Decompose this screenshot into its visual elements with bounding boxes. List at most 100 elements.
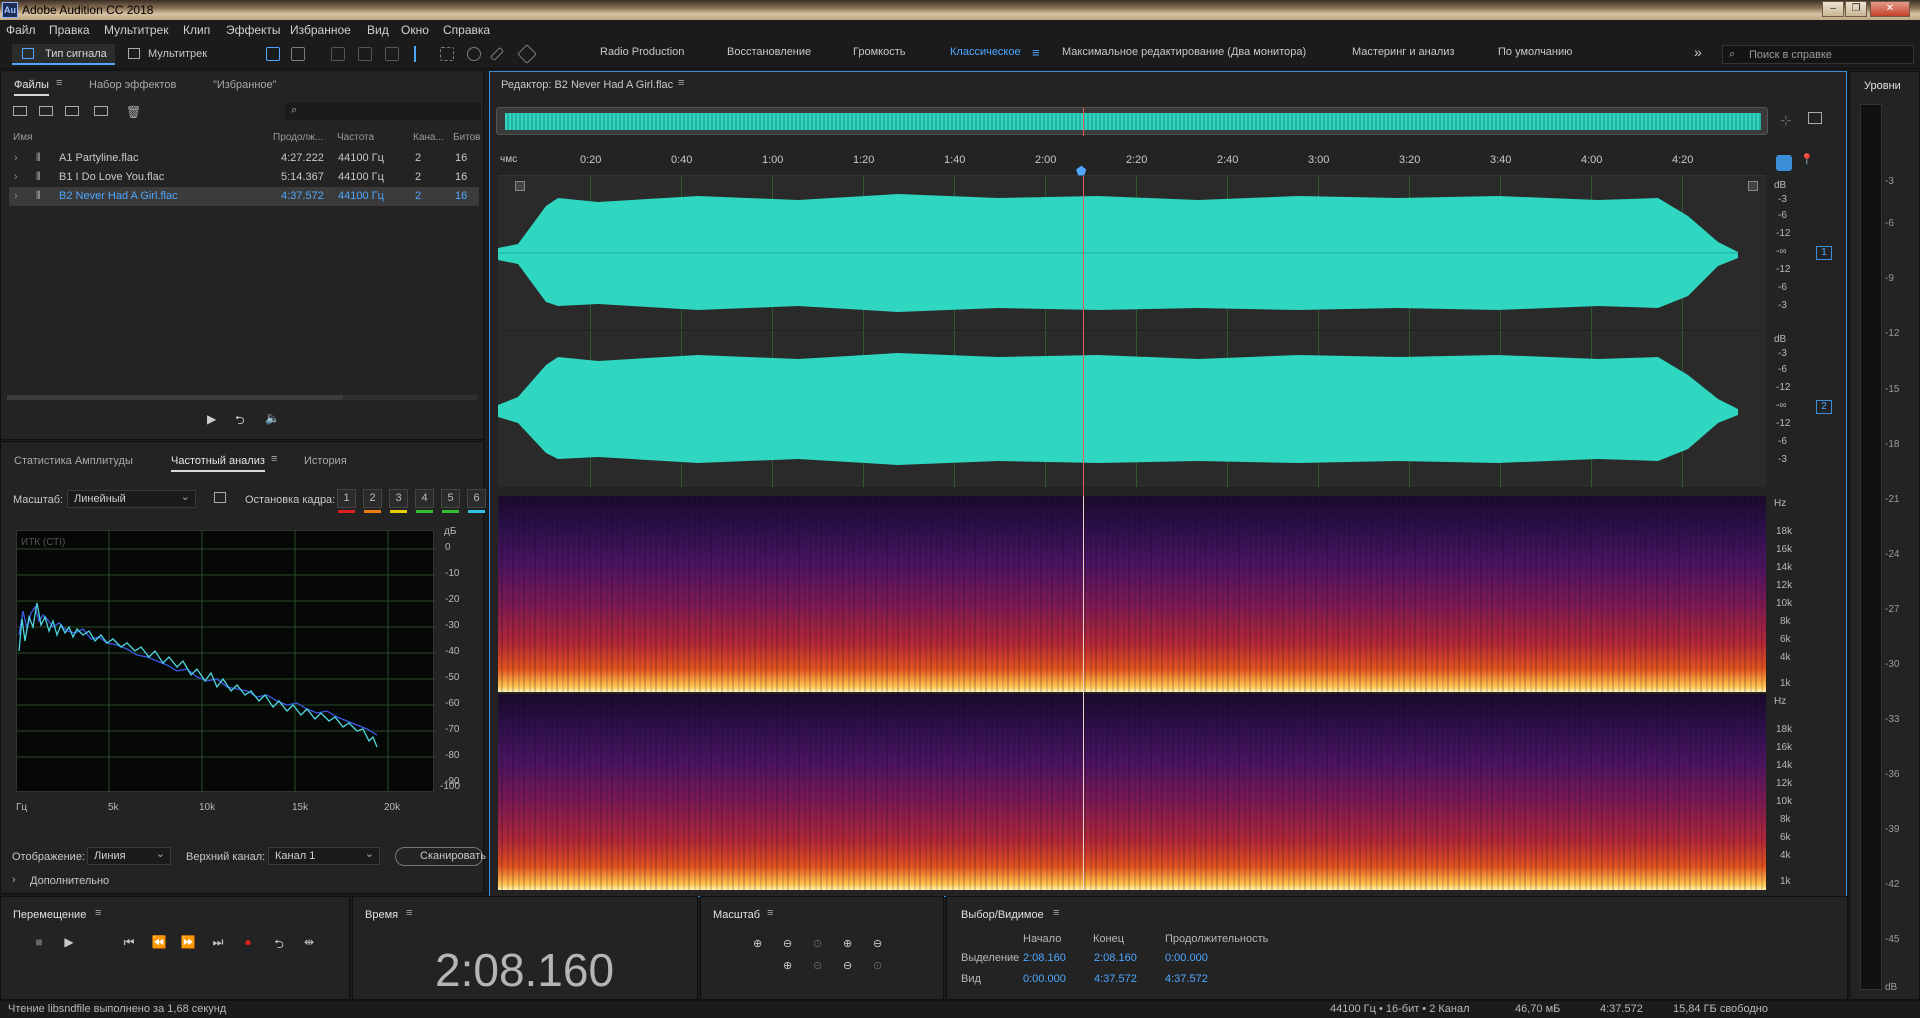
fade-in-handle-icon[interactable] — [515, 181, 525, 191]
channel-1-toggle[interactable]: 1 — [1816, 246, 1832, 260]
files-scrollbar[interactable] — [7, 395, 477, 400]
tab-effects-rack[interactable]: Набор эффектов — [89, 79, 176, 91]
track-list-icon[interactable] — [1808, 112, 1822, 124]
col-name[interactable]: Имя — [13, 132, 32, 143]
razor-tool-icon[interactable] — [358, 47, 372, 61]
col-rate[interactable]: Частота — [337, 132, 374, 143]
spot-healing-tool-icon[interactable] — [517, 44, 537, 64]
zoom-to-edges-icon[interactable]: ⊙ — [873, 959, 882, 972]
snap-icon[interactable] — [1776, 155, 1792, 171]
selection-menu-icon[interactable]: ≡ — [1053, 907, 1059, 919]
view-end-field[interactable]: 4:37.572 — [1094, 973, 1137, 985]
record-icon[interactable]: ● — [237, 935, 259, 953]
tab-history[interactable]: История — [304, 455, 347, 467]
open-folder-icon[interactable] — [13, 106, 27, 116]
time-ruler[interactable]: чмс 0:20 0:40 1:00 1:20 1:40 2:00 2:20 2… — [498, 150, 1766, 178]
transport-menu-icon[interactable]: ≡ — [95, 907, 101, 919]
new-file-icon[interactable] — [65, 106, 79, 116]
display-dropdown[interactable]: Линия — [87, 847, 171, 865]
fade-out-handle-icon[interactable] — [1748, 181, 1758, 191]
help-search-input[interactable]: ⌕ Поиск в справке — [1722, 45, 1914, 64]
advanced-label[interactable]: Дополнительно — [30, 875, 109, 887]
menu-clip[interactable]: Клип — [183, 23, 210, 37]
waveform-view-icon[interactable] — [266, 47, 280, 61]
skip-selection-icon[interactable]: ⇹ — [298, 935, 320, 953]
multitrack-mode-button[interactable]: Мультитрек — [124, 44, 224, 65]
zoom-out-full-icon[interactable]: ⊖ — [873, 937, 882, 950]
time-selection-tool-icon[interactable] — [414, 46, 416, 62]
freeze-button-2[interactable]: 2 — [363, 489, 382, 513]
minimize-button[interactable]: – — [1822, 1, 1844, 17]
preview-loop-icon[interactable]: ⮌ — [235, 411, 245, 432]
scan-selection-icon[interactable] — [214, 492, 226, 503]
workspace-max-editing[interactable]: Максимальное редактирование (Два монитор… — [1062, 46, 1306, 58]
preview-play-icon[interactable]: ▶ — [207, 412, 216, 426]
waveform-mode-button[interactable]: Тип сигнала — [12, 44, 115, 65]
selection-end-field[interactable]: 2:08.160 — [1094, 952, 1137, 964]
view-duration-field[interactable]: 4:37.572 — [1165, 973, 1208, 985]
autoplay-icon[interactable]: 🔈 — [265, 411, 280, 425]
spectrum-graph[interactable]: ИТК (СТI) — [16, 530, 435, 793]
col-bits[interactable]: Битов — [453, 132, 481, 143]
analysis-menu-icon[interactable]: ≡ — [271, 453, 277, 465]
loop-icon[interactable]: ⮌ — [268, 935, 290, 953]
time-menu-icon[interactable]: ≡ — [406, 907, 412, 919]
file-row[interactable]: › ⫴ A1 Partyline.flac 4:27.222 44100 Гц … — [9, 149, 479, 168]
freeze-button-4[interactable]: 4 — [415, 489, 434, 513]
more-workspaces-icon[interactable]: » — [1694, 44, 1702, 60]
freeze-button-1[interactable]: 1 — [337, 489, 356, 513]
workspace-mastering[interactable]: Мастеринг и анализ — [1352, 46, 1454, 58]
advanced-chevron-icon[interactable]: › — [12, 874, 16, 886]
marker-pin-icon[interactable]: 📍 — [1800, 153, 1814, 166]
spectral-view-icon[interactable] — [291, 47, 305, 61]
menu-view[interactable]: Вид — [367, 23, 389, 37]
spectrogram-channel-2[interactable] — [498, 694, 1766, 890]
freeze-button-3[interactable]: 3 — [389, 489, 408, 513]
spectrogram-channel-1[interactable] — [498, 496, 1766, 692]
menu-multitrack[interactable]: Мультитрек — [104, 23, 168, 37]
tab-files[interactable]: Файлы — [14, 79, 49, 96]
tab-amplitude-stats[interactable]: Статистика Амплитуды — [14, 455, 133, 467]
workspace-radio-production[interactable]: Radio Production — [600, 46, 684, 58]
menu-favorites[interactable]: Избранное — [290, 23, 351, 37]
play-icon[interactable]: ▶ — [58, 935, 80, 953]
workspace-classic[interactable]: Классическое — [950, 46, 1021, 58]
go-to-start-icon[interactable]: ⏮ — [118, 935, 140, 953]
waveform-channel-2[interactable] — [498, 331, 1766, 487]
insert-multitrack-icon[interactable] — [94, 106, 108, 116]
col-duration[interactable]: Продолж... — [273, 132, 323, 143]
selection-duration-field[interactable]: 0:00.000 — [1165, 952, 1208, 964]
rewind-icon[interactable]: ⏪ — [148, 935, 170, 953]
scan-button[interactable]: Сканировать — [395, 847, 486, 866]
tab-frequency-analysis[interactable]: Частотный анализ — [171, 455, 265, 472]
slip-tool-icon[interactable] — [385, 47, 399, 61]
close-button[interactable]: ✕ — [1870, 1, 1910, 17]
zoom-in-time-icon[interactable]: ⊕ — [843, 937, 852, 950]
file-row-selected[interactable]: › ⫴ B2 Never Had A Girl.flac 4:37.572 44… — [9, 187, 479, 206]
menu-effects[interactable]: Эффекты — [226, 23, 281, 37]
stop-icon[interactable]: ■ — [28, 935, 50, 953]
zoom-selection-icon[interactable]: ⊕ — [783, 959, 792, 972]
lasso-tool-icon[interactable] — [467, 47, 481, 61]
fast-forward-icon[interactable]: ⏩ — [177, 935, 199, 953]
zoom-in-amplitude-icon[interactable]: ⊕ — [753, 937, 762, 950]
freeze-button-5[interactable]: 5 — [441, 489, 460, 513]
move-tool-icon[interactable] — [331, 47, 345, 61]
waveform-channel-1[interactable] — [498, 176, 1766, 330]
channel-dropdown[interactable]: Канал 1 — [268, 847, 380, 865]
file-row[interactable]: › ⫴ B1 I Do Love You.flac 5:14.367 44100… — [9, 168, 479, 187]
menu-file[interactable]: Файл — [6, 23, 36, 37]
workspace-loudness[interactable]: Громкость — [853, 46, 905, 58]
menu-edit[interactable]: Правка — [49, 23, 90, 37]
workspace-restoration[interactable]: Восстановление — [727, 46, 811, 58]
delete-icon[interactable]: 🗑 — [126, 105, 141, 119]
files-search-input[interactable]: ⌕ — [285, 103, 481, 120]
zoom-menu-icon[interactable]: ≡ — [767, 907, 773, 919]
menu-window[interactable]: Окно — [401, 23, 429, 37]
view-start-field[interactable]: 0:00.000 — [1023, 973, 1066, 985]
zoom-in-point-icon[interactable]: ⊙ — [813, 959, 822, 972]
zoom-out-time-icon[interactable]: ⊖ — [843, 959, 852, 972]
overview-bar[interactable] — [496, 107, 1768, 136]
zoom-lock-icon[interactable]: ⊹ — [1780, 112, 1792, 129]
go-to-end-icon[interactable]: ⏭ — [207, 935, 229, 953]
